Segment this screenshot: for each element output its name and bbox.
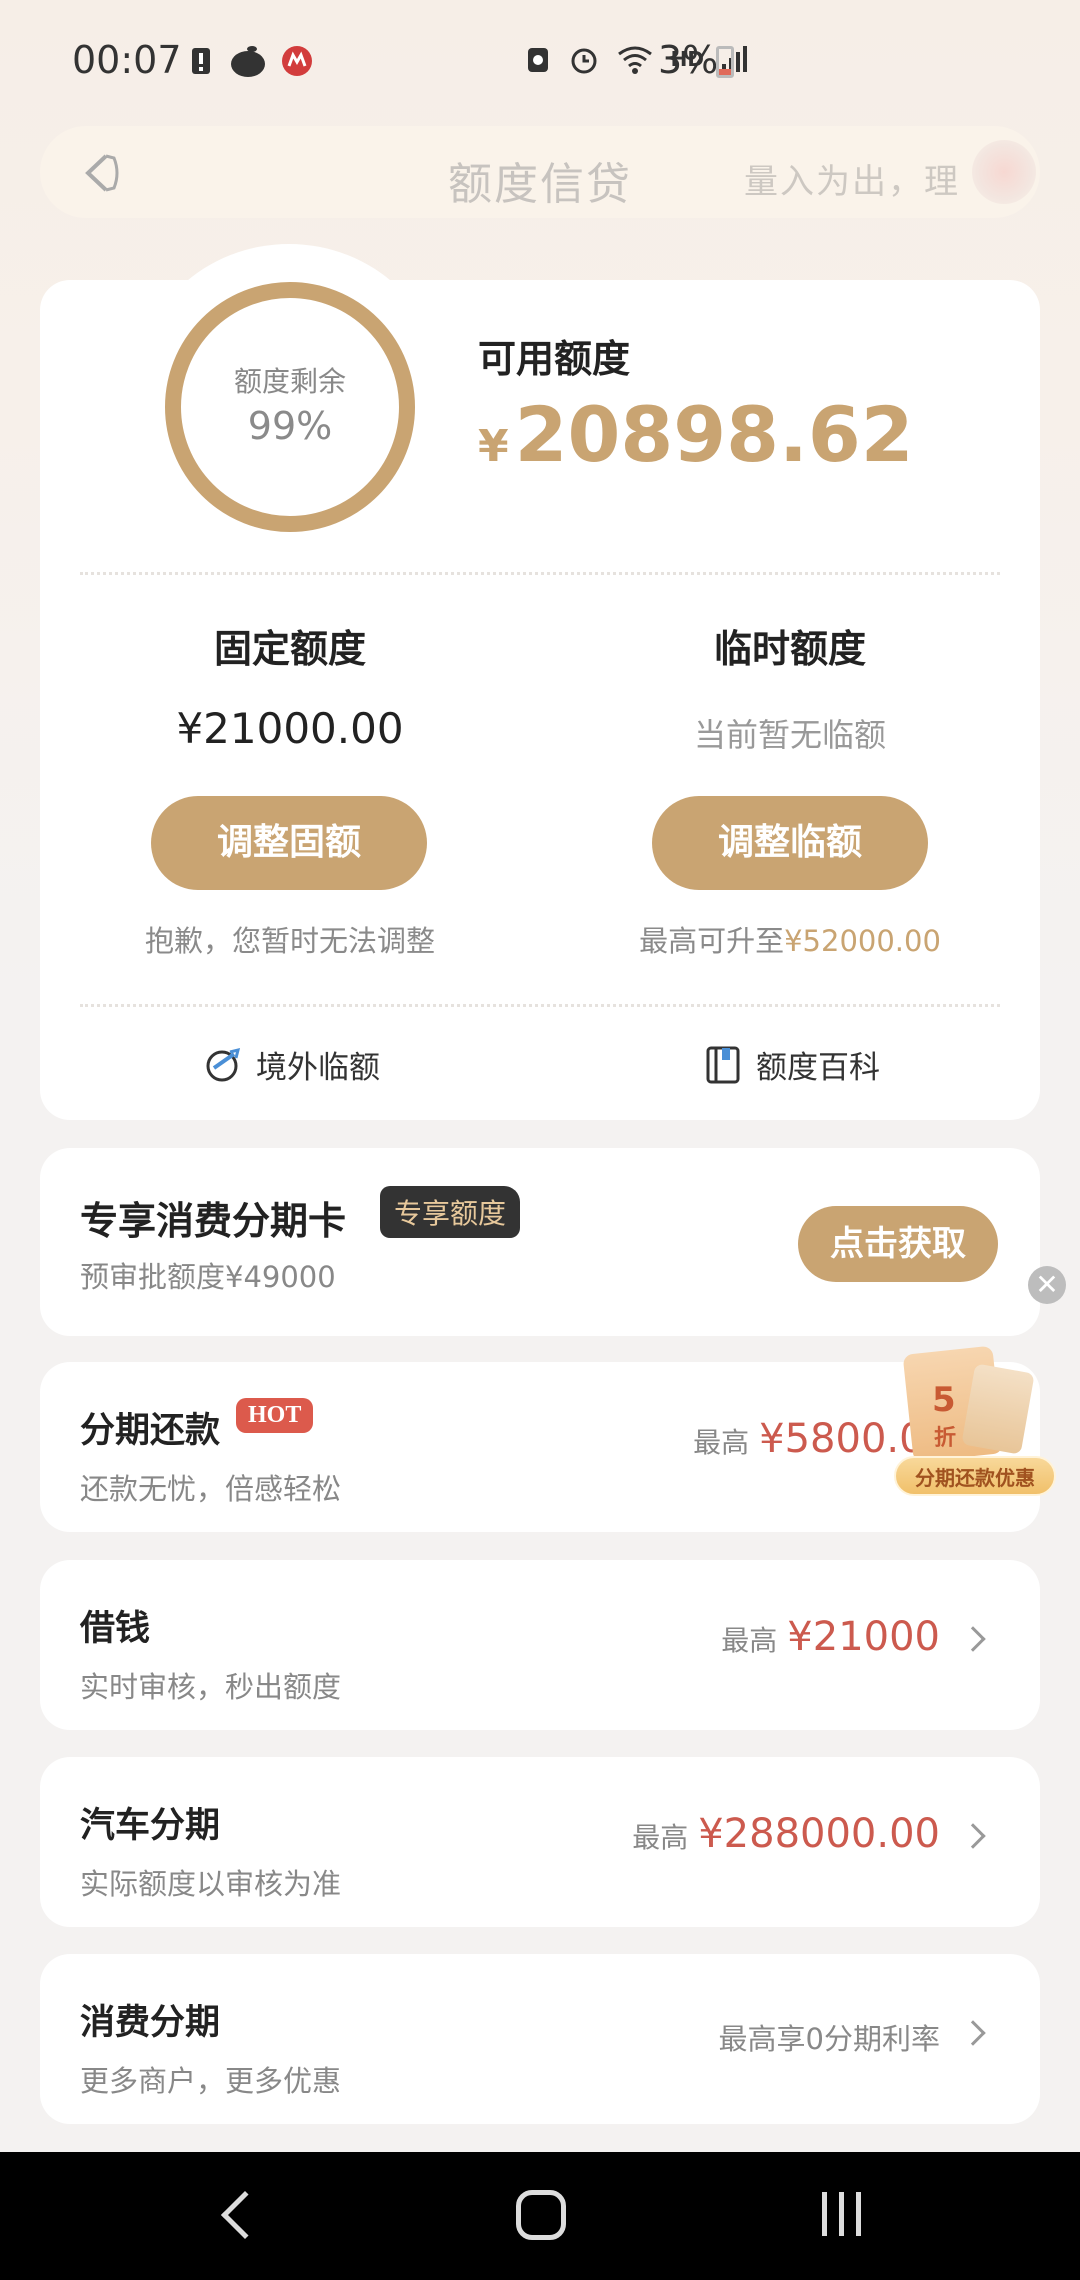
special-card-title: 专享消费分期卡 (80, 1199, 347, 1243)
chevron-right-icon (960, 2020, 986, 2046)
divider (80, 572, 1000, 575)
bank-logo-icon (282, 46, 312, 76)
temp-note-amount: ¥52000.00 (784, 924, 941, 958)
alert-icon (192, 48, 210, 74)
temp-quota-value: 当前暂无临额 (693, 716, 886, 754)
ring-value: 99% (247, 404, 333, 448)
available-amount: ¥20898.62 (478, 390, 914, 479)
list-item-subtitle: 更多商户，更多优惠 (80, 2064, 342, 2098)
promo-label: 分期还款优惠 (894, 1456, 1056, 1496)
list-item-title: 借钱 (80, 1609, 151, 1649)
plain-note: 最高享0分期利率 (718, 2022, 940, 2056)
globe-plane-icon (206, 1047, 241, 1081)
quota-wiki-link[interactable]: 额度百科 (704, 1042, 880, 1087)
list-item-subtitle: 实际额度以审核为准 (80, 1867, 342, 1901)
temp-quota-title: 临时额度 (713, 627, 866, 671)
amount-value: ¥21000 (787, 1614, 940, 1660)
special-card-badge: 专享额度 (380, 1186, 521, 1238)
promo-ticket-back (961, 1363, 1035, 1455)
quota-wiki-label: 额度百科 (756, 1050, 880, 1086)
nav-home-icon[interactable] (516, 2190, 566, 2240)
fixed-quota-value: ¥21000.00 (176, 704, 404, 753)
status-bar: 00:07 HD 3% (0, 0, 1080, 120)
amount-prefix: 最高 (632, 1821, 689, 1854)
list-item-car-installment[interactable]: 汽车分期 实际额度以审核为准 最高 ¥288000.00 (40, 1757, 1040, 1927)
amount-prefix: 最高 (693, 1426, 750, 1459)
list-item-amount: 最高 ¥21000 (721, 1614, 940, 1660)
ring-label: 额度剩余 (233, 365, 346, 398)
apple-icon (231, 46, 265, 77)
wifi-icon (617, 46, 652, 74)
list-item-title: 分期还款 (80, 1411, 221, 1451)
available-label: 可用额度 (478, 337, 631, 381)
list-item-amount: 最高 ¥288000.00 (632, 1811, 940, 1857)
battery-icon (716, 46, 734, 78)
adjust-fixed-button[interactable]: 调整固额 (151, 796, 427, 890)
avatar[interactable] (972, 140, 1036, 204)
list-item-subtitle: 实时审核，秒出额度 (80, 1670, 342, 1704)
book-icon (706, 1046, 740, 1083)
temp-quota-note: 最高可升至¥52000.00 (580, 918, 1000, 960)
list-item-title: 消费分期 (80, 2003, 221, 2043)
alarm-icon (571, 48, 597, 74)
promo-unit: 折 (934, 1426, 957, 1451)
overseas-quota-label: 境外临额 (256, 1050, 380, 1086)
list-item-borrow[interactable]: 借钱 实时审核，秒出额度 最高 ¥21000 (40, 1560, 1040, 1730)
list-item-subtitle: 还款无忧，倍感轻松 (80, 1472, 342, 1506)
promo-number: 5 (932, 1380, 956, 1420)
available-amount-value: 20898.62 (514, 390, 914, 479)
notification-icons (186, 44, 314, 78)
system-nav-bar (0, 2152, 1080, 2280)
get-now-button[interactable]: 点击获取 (798, 1206, 998, 1282)
chevron-right-icon (960, 1626, 986, 1652)
promo-badge[interactable]: 5 折 分期还款优惠 (890, 1345, 1060, 1500)
fixed-quota-note: 抱歉，您暂时无法调整 (144, 924, 435, 958)
special-card-subtitle: 预审批额度¥49000 (80, 1260, 336, 1294)
battery-percent: 3% (658, 38, 719, 82)
close-promo-button[interactable]: ✕ (1028, 1266, 1066, 1304)
list-item-plain-note: 最高享0分期利率 (719, 2016, 940, 2058)
list-item-title: 汽车分期 (80, 1806, 221, 1846)
amount-prefix: 最高 (721, 1624, 778, 1657)
status-time: 00:07 (72, 38, 182, 82)
fixed-quota-title: 固定额度 (213, 627, 366, 671)
recycle-icon (527, 48, 548, 72)
list-item-consumer-installment[interactable]: 消费分期 更多商户，更多优惠 最高享0分期利率 (40, 1954, 1040, 2124)
currency-symbol: ¥ (478, 421, 509, 472)
marquee-text: 量入为出，理 (744, 162, 960, 202)
nav-back-icon[interactable] (220, 2190, 270, 2240)
chevron-right-icon (960, 1823, 986, 1849)
nav-recent-apps-icon[interactable] (822, 2192, 861, 2236)
hot-badge: HOT (236, 1398, 314, 1433)
temp-note-prefix: 最高可升至 (639, 924, 785, 958)
overseas-quota-link[interactable]: 境外临额 (204, 1042, 380, 1087)
divider (80, 1004, 1000, 1007)
amount-value: ¥288000.00 (698, 1811, 940, 1857)
adjust-temp-button[interactable]: 调整临额 (652, 796, 928, 890)
special-installment-card[interactable]: 专享消费分期卡 专享额度 预审批额度¥49000 点击获取 (40, 1148, 1040, 1336)
header-bar: 额度信贷 量入为出，理 (40, 126, 1040, 218)
